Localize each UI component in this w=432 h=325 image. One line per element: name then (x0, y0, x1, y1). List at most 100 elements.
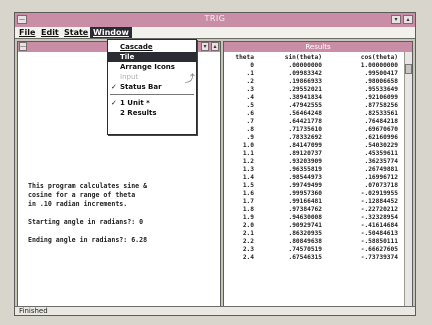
sin-cell: .47942555 (288, 102, 322, 109)
theta-cell: 1.2 (242, 158, 254, 165)
theta-cell: 0 (250, 62, 254, 69)
triangle-up-icon: ▴ (213, 43, 217, 50)
child-system-menu-button[interactable]: — (19, 42, 27, 51)
cos-cell: .82533561 (364, 110, 398, 117)
window-menu-dropdown: Cascade Tile Arrange Icons Input ✓ Statu… (107, 39, 197, 135)
menu-state[interactable]: State (61, 27, 91, 38)
theta-cell: .6 (246, 110, 254, 117)
sin-cell: .84147099 (288, 142, 322, 149)
theta-cell: 1.3 (242, 166, 254, 173)
menu-file[interactable]: File (16, 27, 38, 38)
sin-cell: .86320935 (288, 230, 322, 237)
text-line: This program calculates sine & (28, 182, 148, 190)
triangle-up-icon: ▴ (406, 16, 410, 23)
triangle-down-icon: ▾ (394, 16, 398, 23)
sin-cell: .96355819 (288, 166, 322, 173)
cos-cell: .95533649 (364, 86, 398, 93)
cos-cell: -.32328954 (360, 214, 398, 221)
sin-cell: .90929741 (288, 222, 322, 229)
menu-item-results[interactable]: 2 Results (108, 108, 196, 118)
sin-cell: .29552021 (288, 86, 322, 93)
cos-cell: .16996712 (364, 174, 398, 181)
cos-cell: .62160996 (364, 134, 398, 141)
cos-cell: -.58850111 (360, 238, 398, 245)
title-bar[interactable]: — TRIG ▾ ▴ (15, 13, 415, 27)
sin-cell: .94630008 (288, 214, 322, 221)
theta-cell: 1.0 (242, 142, 254, 149)
minimize-button[interactable]: ▾ (391, 15, 401, 24)
menu-bar: File Edit State Window (15, 27, 415, 39)
checkmark-icon: ✓ (111, 99, 117, 107)
sin-cell: .67546315 (288, 254, 322, 261)
results-title-bar[interactable]: Results (224, 42, 412, 52)
theta-cell: .4 (246, 94, 254, 101)
cos-cell: .54030229 (364, 142, 398, 149)
sin-cell: .38941834 (288, 94, 322, 101)
cos-cell: .36235774 (364, 158, 398, 165)
menu-item-arrange-icons[interactable]: Arrange Icons (108, 62, 196, 72)
header-cos: cos(theta) (360, 54, 398, 61)
theta-cell: 2.4 (242, 254, 254, 261)
sin-cell: .99166481 (288, 198, 322, 205)
theta-cell: .9 (246, 134, 254, 141)
cos-cell: .07073718 (364, 182, 398, 189)
cos-cell: -.66627605 (360, 246, 398, 253)
sin-cell: .89120737 (288, 150, 322, 157)
sin-cell: .99749499 (288, 182, 322, 189)
text-line: cosine for a range of theta (28, 191, 136, 199)
sin-cell: .78332692 (288, 134, 322, 141)
sin-cell: .71735610 (288, 126, 322, 133)
cos-cell: -.22720212 (360, 206, 398, 213)
window-title: TRIG (204, 14, 226, 23)
menu-item-status-bar-label: Status Bar (120, 83, 162, 91)
theta-cell: 1.6 (242, 190, 254, 197)
minus-icon: — (20, 43, 26, 50)
results-vertical-scrollbar[interactable] (404, 52, 412, 306)
cos-cell: .45359611 (364, 150, 398, 157)
child-minimize-button[interactable]: ▾ (201, 42, 209, 51)
menu-item-input: Input (120, 73, 139, 81)
menu-item-unit[interactable]: ✓ 1 Unit * (108, 98, 196, 108)
cos-cell: .69670670 (364, 126, 398, 133)
cos-cell: .76484218 (364, 118, 398, 125)
theta-cell: 1.1 (242, 150, 254, 157)
cos-cell: -.73739374 (360, 254, 398, 261)
sin-cell: .97384762 (288, 206, 322, 213)
triangle-down-icon: ▾ (203, 43, 207, 50)
header-sin: sin(theta) (284, 54, 322, 61)
mouse-cursor-icon: ⤴ (185, 74, 195, 85)
theta-cell: .1 (246, 70, 254, 77)
cos-cell: 1.00000000 (360, 62, 398, 69)
cos-cell: -.12884452 (360, 198, 398, 205)
scrollbar-thumb[interactable] (405, 64, 412, 74)
menu-item-cascade[interactable]: Cascade (108, 42, 196, 52)
theta-cell: 2.2 (242, 238, 254, 245)
theta-cell: 1.4 (242, 174, 254, 181)
checkmark-icon: ✓ (111, 83, 117, 91)
child-maximize-button[interactable]: ▴ (211, 42, 219, 51)
theta-cell: 1.8 (242, 206, 254, 213)
status-bar: Finished (15, 306, 415, 315)
trig-app-window: — TRIG ▾ ▴ File Edit State Window — ▾ ▴ … (14, 12, 416, 316)
theta-cell: 2.1 (242, 230, 254, 237)
results-header-row: theta sin(theta) cos(theta) (230, 54, 398, 62)
cos-cell: .98006658 (364, 78, 398, 85)
theta-cell: .8 (246, 126, 254, 133)
menu-window[interactable]: Window (90, 27, 132, 38)
menu-item-unit-label: 1 Unit * (120, 99, 150, 107)
sin-cell: .99957360 (288, 190, 322, 197)
menu-edit[interactable]: Edit (38, 27, 62, 38)
menu-item-tile[interactable]: Tile (108, 52, 196, 62)
cos-cell: -.02919955 (360, 190, 398, 197)
theta-cell: 1.9 (242, 214, 254, 221)
text-line: in .10 radian increments. (28, 200, 128, 208)
cos-cell: .92106099 (364, 94, 398, 101)
menu-item-status-bar[interactable]: ✓ Status Bar (108, 82, 196, 92)
cos-cell: .87758256 (364, 102, 398, 109)
program-output-text: This program calculates sine & cosine fo… (28, 182, 216, 245)
maximize-button[interactable]: ▴ (403, 15, 413, 24)
theta-cell: .3 (246, 86, 254, 93)
theta-cell: .2 (246, 78, 254, 85)
cos-cell: .26749881 (364, 166, 398, 173)
sin-cell: .98544973 (288, 174, 322, 181)
